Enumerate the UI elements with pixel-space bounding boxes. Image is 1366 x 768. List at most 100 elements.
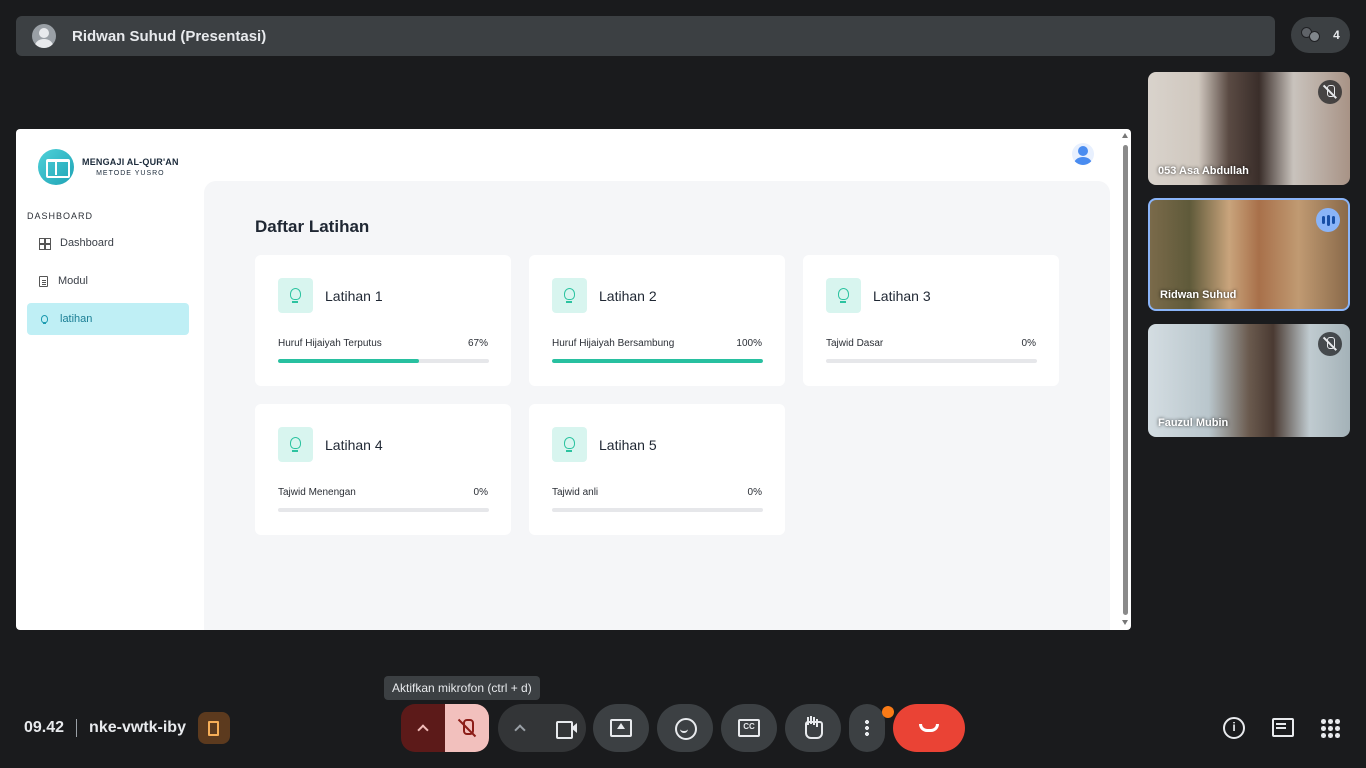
latihan-card[interactable]: Latihan 5 Tajwid anli 0% xyxy=(529,404,785,535)
chat-button[interactable] xyxy=(1270,716,1294,740)
lightbulb-icon xyxy=(278,278,313,313)
more-vert-icon xyxy=(865,719,869,737)
progress-bar xyxy=(278,508,489,512)
progress-bar xyxy=(552,508,763,512)
more-options-button[interactable] xyxy=(849,704,885,752)
chevron-up-icon xyxy=(417,724,429,736)
page-title: Daftar Latihan xyxy=(255,217,370,236)
scroll-up-arrow-icon[interactable] xyxy=(1122,133,1128,138)
latihan-card[interactable]: Latihan 4 Tajwid Menengan 0% xyxy=(255,404,511,535)
sidebar-item-label: Dashboard xyxy=(60,237,114,249)
presenter-avatar xyxy=(32,24,56,48)
captions-button[interactable] xyxy=(721,704,777,752)
sidebar-heading: DASHBOARD xyxy=(27,211,94,221)
sidebar-item-modul[interactable]: Modul xyxy=(27,265,189,297)
lightbulb-icon xyxy=(552,427,587,462)
progress-bar xyxy=(278,359,489,363)
card-title: Latihan 5 xyxy=(599,437,657,453)
logo-title: MENGAJI AL-QUR'AN xyxy=(82,157,179,167)
leave-call-button[interactable] xyxy=(893,704,965,752)
hand-icon xyxy=(802,717,824,739)
latihan-card[interactable]: Latihan 1 Huruf Hijaiyah Terputus 67% xyxy=(255,255,511,386)
card-title: Latihan 2 xyxy=(599,288,657,304)
card-title: Latihan 4 xyxy=(325,437,383,453)
user-account-icon[interactable] xyxy=(1072,143,1094,165)
document-icon xyxy=(39,275,48,287)
emoji-icon xyxy=(674,717,697,740)
quran-book-icon xyxy=(38,149,74,185)
progress-fill xyxy=(552,359,763,363)
participant-tile[interactable]: Fauzul Mubin xyxy=(1148,324,1350,437)
card-subtitle: Tajwid Dasar xyxy=(826,338,884,349)
main-content: Daftar Latihan Latihan 1 Huruf Hijaiyah … xyxy=(204,181,1110,630)
mic-toggle-button[interactable] xyxy=(445,704,489,752)
card-percent: 0% xyxy=(1021,338,1036,349)
card-percent: 0% xyxy=(747,487,762,498)
participant-name: Fauzul Mubin xyxy=(1158,417,1229,429)
card-subtitle: Huruf Hijaiyah Terputus xyxy=(278,338,382,349)
lightbulb-icon xyxy=(552,278,587,313)
progress-bar xyxy=(552,359,763,363)
people-icon xyxy=(1301,27,1323,43)
participant-tile[interactable]: Ridwan Suhud xyxy=(1148,198,1350,311)
meeting-info: 09.42 nke-vwtk-iby xyxy=(24,712,230,744)
divider xyxy=(76,719,78,737)
sidebar-item-latihan[interactable]: latihan xyxy=(27,303,189,335)
presenter-title: Ridwan Suhud (Presentasi) xyxy=(72,27,267,45)
meeting-code: nke-vwtk-iby xyxy=(89,719,186,736)
progress-bar xyxy=(826,359,1037,363)
grid-icon xyxy=(39,237,51,249)
sidebar-item-dashboard[interactable]: Dashboard xyxy=(27,227,189,259)
lightbulb-icon xyxy=(39,314,50,325)
participant-tile[interactable]: 053 Asa Abdullah xyxy=(1148,72,1350,185)
people-button[interactable]: 4 xyxy=(1291,17,1350,53)
present-button[interactable] xyxy=(593,704,649,752)
activities-apps-icon[interactable] xyxy=(1320,718,1340,738)
card-percent: 0% xyxy=(473,487,488,498)
scrollbar[interactable] xyxy=(1122,133,1129,625)
reactions-button[interactable] xyxy=(657,704,713,752)
card-percent: 67% xyxy=(467,338,488,349)
video-options-button[interactable] xyxy=(498,704,542,752)
card-subtitle: Tajwid Menengan xyxy=(278,487,356,498)
mic-off-icon xyxy=(1318,80,1342,104)
camera-toggle-button[interactable] xyxy=(542,704,586,752)
speaking-indicator-icon xyxy=(1316,208,1340,232)
breakout-room-button[interactable] xyxy=(197,712,230,744)
scrollbar-thumb[interactable] xyxy=(1123,145,1128,615)
chevron-up-icon xyxy=(514,724,526,736)
door-icon xyxy=(208,720,220,736)
present-screen-icon xyxy=(610,717,632,739)
raise-hand-button[interactable] xyxy=(785,704,841,752)
sidebar-item-label: Modul xyxy=(58,275,88,287)
app-logo[interactable]: MENGAJI AL-QUR'AN METODE YUSRO xyxy=(38,149,179,185)
lightbulb-icon xyxy=(826,278,861,313)
card-subtitle: Tajwid anli xyxy=(552,487,599,498)
meeting-details-button[interactable] xyxy=(1222,716,1246,740)
people-count: 4 xyxy=(1333,28,1340,42)
progress-fill xyxy=(278,359,420,363)
camera-control-group xyxy=(498,704,586,752)
presenter-bar[interactable]: Ridwan Suhud (Presentasi) xyxy=(16,16,1275,56)
latihan-card[interactable]: Latihan 3 Tajwid Dasar 0% xyxy=(803,255,1059,386)
audio-options-button[interactable] xyxy=(401,704,445,752)
logo-subtitle: METODE YUSRO xyxy=(96,170,165,177)
sidebar-item-label: latihan xyxy=(60,313,93,325)
card-title: Latihan 3 xyxy=(873,288,931,304)
card-subtitle: Huruf Hijaiyah Bersambung xyxy=(552,338,675,349)
captions-icon xyxy=(738,717,760,739)
phone-hangup-icon xyxy=(919,724,939,732)
participant-name: Ridwan Suhud xyxy=(1160,289,1237,301)
card-title: Latihan 1 xyxy=(325,288,383,304)
notification-dot xyxy=(882,706,894,718)
mic-off-icon xyxy=(1318,332,1342,356)
shared-screen: MENGAJI AL-QUR'AN METODE YUSRO DASHBOARD… xyxy=(16,129,1131,630)
scroll-down-arrow-icon[interactable] xyxy=(1122,620,1128,625)
mic-control-group xyxy=(401,704,489,752)
clock-time: 09.42 xyxy=(24,719,65,736)
lightbulb-icon xyxy=(278,427,313,462)
latihan-card[interactable]: Latihan 2 Huruf Hijaiyah Bersambung 100% xyxy=(529,255,785,386)
mic-tooltip: Aktifkan mikrofon (ctrl + d) xyxy=(384,676,540,700)
participant-name: 053 Asa Abdullah xyxy=(1158,165,1249,177)
card-percent: 100% xyxy=(736,338,762,349)
